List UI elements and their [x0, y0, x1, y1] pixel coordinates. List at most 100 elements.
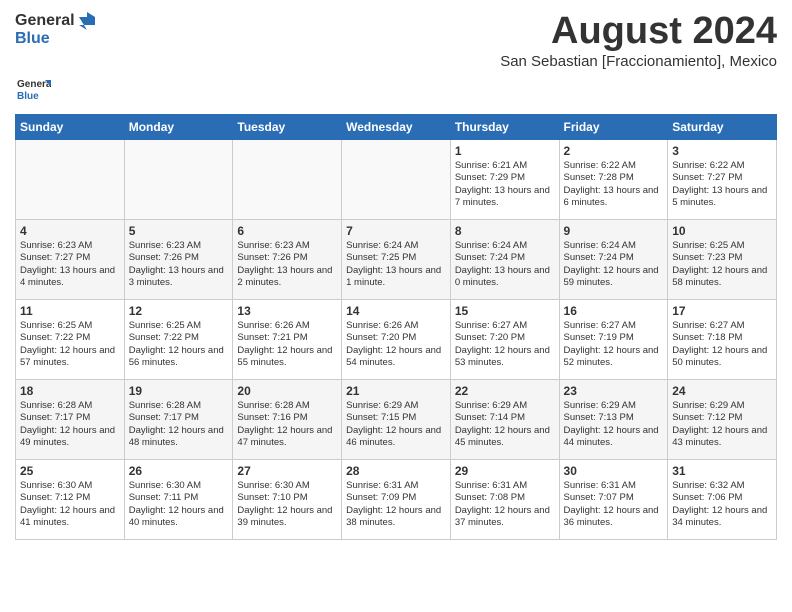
- day-cell: 15 Sunrise: 6:27 AMSunset: 7:20 PMDayligh…: [450, 300, 559, 380]
- day-info: Sunset: 7:16 PM: [237, 412, 337, 424]
- day-info: Daylight: 12 hours and 36 minutes.: [564, 505, 664, 530]
- day-info: Sunset: 7:12 PM: [20, 492, 120, 504]
- calendar-table: SundayMondayTuesdayWednesdayThursdayFrid…: [15, 114, 777, 540]
- day-cell: 8Sunrise: 6:24 AMSunset: 7:24 PMDaylight…: [450, 220, 559, 300]
- day-info: Daylight: 12 hours and 52 minutes.: [564, 345, 664, 370]
- day-number: 13: [237, 304, 337, 318]
- day-info: Sunrise: 6:29 AM: [346, 400, 446, 412]
- day-cell: 2Sunrise: 6:22 AMSunset: 7:28 PMDaylight…: [559, 140, 668, 220]
- day-header-tuesday: Tuesday: [233, 115, 342, 140]
- day-info: Daylight: 12 hours and 40 minutes.: [129, 505, 229, 530]
- day-number: 26: [129, 464, 229, 478]
- day-info: Daylight: 13 hours and 0 minutes.: [455, 265, 555, 290]
- logo-container: General Blue: [15, 12, 95, 48]
- day-header-monday: Monday: [124, 115, 233, 140]
- day-info: Sunset: 7:18 PM: [672, 332, 772, 344]
- day-number: 8: [455, 224, 555, 238]
- day-info: Sunset: 7:13 PM: [564, 412, 664, 424]
- day-info: Sunrise: 6:25 AM: [672, 240, 772, 252]
- day-cell: 18Sunrise: 6:28 AMSunset: 7:17 PMDayligh…: [16, 380, 125, 460]
- day-number: 24: [672, 384, 772, 398]
- day-number: 18: [20, 384, 120, 398]
- day-number: 10: [672, 224, 772, 238]
- day-info: Sunrise: 6:25 AM: [20, 320, 120, 332]
- day-header-saturday: Saturday: [668, 115, 777, 140]
- day-cell: 17Sunrise: 6:27 AMSunset: 7:18 PMDayligh…: [668, 300, 777, 380]
- day-cell: 16Sunrise: 6:27 AMSunset: 7:19 PMDayligh…: [559, 300, 668, 380]
- day-number: 25: [20, 464, 120, 478]
- day-info: Daylight: 12 hours and 55 minutes.: [237, 345, 337, 370]
- day-number: 23: [564, 384, 664, 398]
- logo-general: General: [15, 12, 75, 30]
- day-info: Sunrise: 6:23 AM: [237, 240, 337, 252]
- day-info: Sunset: 7:24 PM: [564, 252, 664, 264]
- day-info: Sunset: 7:23 PM: [672, 252, 772, 264]
- logo-svg: General Blue: [15, 72, 51, 108]
- day-number: 2: [564, 144, 664, 158]
- day-info: Sunrise: 6:22 AM: [564, 160, 664, 172]
- svg-text:Blue: Blue: [17, 91, 39, 102]
- day-cell: 27Sunrise: 6:30 AMSunset: 7:10 PMDayligh…: [233, 460, 342, 540]
- day-info: Daylight: 12 hours and 57 minutes.: [20, 345, 120, 370]
- day-number: 19: [129, 384, 229, 398]
- day-info: Sunset: 7:26 PM: [129, 252, 229, 264]
- day-info: Daylight: 12 hours and 48 minutes.: [129, 425, 229, 450]
- day-number: 15: [455, 304, 555, 318]
- day-header-friday: Friday: [559, 115, 668, 140]
- day-info: Sunrise: 6:30 AM: [129, 480, 229, 492]
- day-info: Sunset: 7:29 PM: [455, 172, 555, 184]
- day-info: Sunrise: 6:29 AM: [564, 400, 664, 412]
- day-info: Daylight: 12 hours and 59 minutes.: [564, 265, 664, 290]
- day-info: Sunrise: 6:31 AM: [346, 480, 446, 492]
- day-info: Sunset: 7:09 PM: [346, 492, 446, 504]
- day-number: 21: [346, 384, 446, 398]
- day-info: Daylight: 12 hours and 39 minutes.: [237, 505, 337, 530]
- day-info: Daylight: 13 hours and 3 minutes.: [129, 265, 229, 290]
- day-info: Daylight: 12 hours and 50 minutes.: [672, 345, 772, 370]
- day-info: Sunset: 7:06 PM: [672, 492, 772, 504]
- day-cell: 13Sunrise: 6:26 AMSunset: 7:21 PMDayligh…: [233, 300, 342, 380]
- location-subtitle: San Sebastian [Fraccionamiento], Mexico: [500, 53, 777, 70]
- day-info: Sunrise: 6:30 AM: [20, 480, 120, 492]
- day-info: Sunrise: 6:25 AM: [129, 320, 229, 332]
- day-cell: [233, 140, 342, 220]
- day-number: 5: [129, 224, 229, 238]
- day-info: Sunrise: 6:27 AM: [455, 320, 555, 332]
- day-info: Sunset: 7:14 PM: [455, 412, 555, 424]
- week-row-5: 25Sunrise: 6:30 AMSunset: 7:12 PMDayligh…: [16, 460, 777, 540]
- day-number: 20: [237, 384, 337, 398]
- day-info: Daylight: 12 hours and 53 minutes.: [455, 345, 555, 370]
- day-info: Sunset: 7:27 PM: [20, 252, 120, 264]
- day-info: Sunset: 7:15 PM: [346, 412, 446, 424]
- day-number: 6: [237, 224, 337, 238]
- day-info: Sunset: 7:27 PM: [672, 172, 772, 184]
- day-cell: 19Sunrise: 6:28 AMSunset: 7:17 PMDayligh…: [124, 380, 233, 460]
- day-info: Sunset: 7:10 PM: [237, 492, 337, 504]
- day-info: Daylight: 12 hours and 41 minutes.: [20, 505, 120, 530]
- logo-full: General Blue: [15, 72, 51, 108]
- calendar-header: SundayMondayTuesdayWednesdayThursdayFrid…: [16, 115, 777, 140]
- day-info: Daylight: 12 hours and 43 minutes.: [672, 425, 772, 450]
- day-cell: 3Sunrise: 6:22 AMSunset: 7:27 PMDaylight…: [668, 140, 777, 220]
- day-info: Sunset: 7:24 PM: [455, 252, 555, 264]
- day-info: Daylight: 12 hours and 34 minutes.: [672, 505, 772, 530]
- week-row-4: 18Sunrise: 6:28 AMSunset: 7:17 PMDayligh…: [16, 380, 777, 460]
- day-info: Daylight: 12 hours and 46 minutes.: [346, 425, 446, 450]
- day-number: 28: [346, 464, 446, 478]
- top-area: General Blue August 2024 San Sebastian […: [15, 10, 777, 70]
- day-info: Sunrise: 6:22 AM: [672, 160, 772, 172]
- day-info: Sunrise: 6:27 AM: [672, 320, 772, 332]
- day-cell: 29Sunrise: 6:31 AMSunset: 7:08 PMDayligh…: [450, 460, 559, 540]
- day-cell: 20Sunrise: 6:28 AMSunset: 7:16 PMDayligh…: [233, 380, 342, 460]
- day-number: 31: [672, 464, 772, 478]
- day-info: Sunrise: 6:24 AM: [346, 240, 446, 252]
- day-info: Sunset: 7:08 PM: [455, 492, 555, 504]
- logo-blue: Blue: [15, 30, 95, 48]
- day-number: 29: [455, 464, 555, 478]
- day-info: Sunrise: 6:29 AM: [455, 400, 555, 412]
- day-info: Daylight: 13 hours and 2 minutes.: [237, 265, 337, 290]
- day-cell: [124, 140, 233, 220]
- day-info: Daylight: 12 hours and 45 minutes.: [455, 425, 555, 450]
- day-info: Daylight: 12 hours and 58 minutes.: [672, 265, 772, 290]
- day-info: Sunset: 7:20 PM: [455, 332, 555, 344]
